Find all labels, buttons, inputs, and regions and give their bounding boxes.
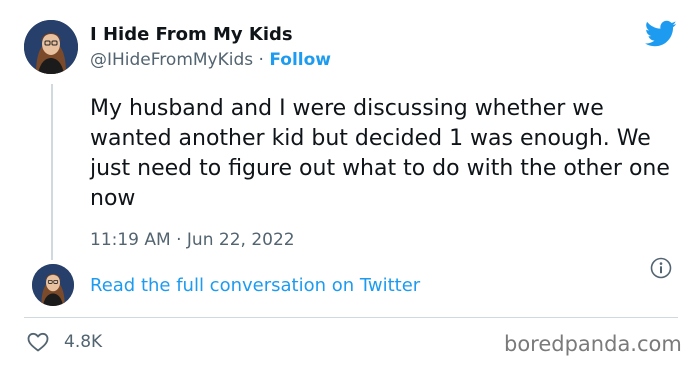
- like-count: 4.8K: [64, 332, 103, 352]
- tweet-text: My husband and I were discussing whether…: [90, 96, 670, 211]
- conversation-avatar[interactable]: [32, 264, 74, 306]
- divider: [24, 317, 678, 318]
- author-avatar-image: [24, 20, 78, 74]
- watermark: boredpanda.com: [504, 332, 682, 356]
- author-avatar[interactable]: [24, 20, 78, 74]
- thread-connector-line: [51, 84, 53, 260]
- twitter-bird-icon[interactable]: [645, 20, 677, 48]
- heart-icon[interactable]: [26, 330, 50, 354]
- info-icon[interactable]: [650, 257, 672, 279]
- tweet-time: 11:19 AM: [90, 230, 171, 250]
- follow-button[interactable]: Follow: [269, 50, 331, 70]
- author-handle[interactable]: @IHideFromMyKids: [90, 50, 253, 70]
- author-handle-row: @IHideFromMyKids · Follow: [90, 50, 331, 70]
- read-conversation-link[interactable]: Read the full conversation on Twitter: [90, 275, 420, 296]
- tweet-date: Jun 22, 2022: [186, 230, 295, 250]
- handle-separator: ·: [258, 50, 264, 70]
- author-name[interactable]: I Hide From My Kids: [90, 24, 293, 45]
- timestamp-separator: ·: [176, 230, 182, 250]
- conversation-avatar-image: [32, 264, 74, 306]
- tweet-timestamp[interactable]: 11:19 AM · Jun 22, 2022: [90, 230, 295, 250]
